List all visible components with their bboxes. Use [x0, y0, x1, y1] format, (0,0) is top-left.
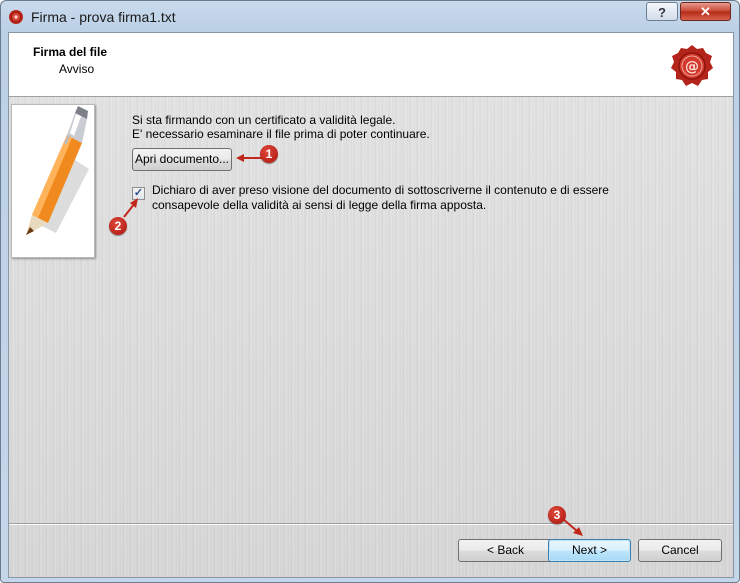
acknowledge-label[interactable]: Dichiaro di aver preso visione del docum… — [152, 183, 622, 213]
wizard-body: Si sta firmando con un certificato a val… — [9, 97, 733, 577]
wax-seal-icon — [9, 10, 23, 24]
arrow-icon — [123, 198, 138, 218]
dialog-client: Firma del file Avviso @ Si sta firmando … — [8, 32, 734, 578]
footer-separator — [9, 523, 733, 525]
arrow-icon — [236, 154, 262, 162]
header-title: Firma del file — [33, 45, 108, 59]
cancel-button[interactable]: Cancel — [638, 539, 722, 562]
wizard-header: Firma del file Avviso @ — [9, 33, 733, 97]
back-button[interactable]: < Back — [458, 539, 553, 562]
next-button[interactable]: Next > — [548, 539, 631, 562]
info-line-1: Si sta firmando con un certificato a val… — [132, 113, 396, 127]
info-line-2: E' necessario esaminare il file prima di… — [132, 127, 430, 141]
svg-text:@: @ — [685, 59, 699, 75]
window-title: Firma - prova firma1.txt — [31, 9, 176, 25]
header-subtitle: Avviso — [59, 62, 95, 76]
arrow-icon — [562, 518, 583, 536]
help-button[interactable]: ? — [646, 2, 678, 21]
close-button[interactable]: ✕ — [680, 2, 731, 21]
wax-seal-at-icon: @ — [671, 45, 713, 86]
dialog-window: Firma - prova firma1.txt ? ✕ Firma del f… — [0, 0, 740, 583]
step-marker-2: 2 — [109, 217, 127, 235]
open-document-button[interactable]: Apri documento... — [132, 148, 232, 171]
title-bar[interactable]: Firma - prova firma1.txt ? ✕ — [1, 1, 739, 33]
pen-icon — [26, 106, 89, 235]
pen-panel — [11, 104, 95, 258]
